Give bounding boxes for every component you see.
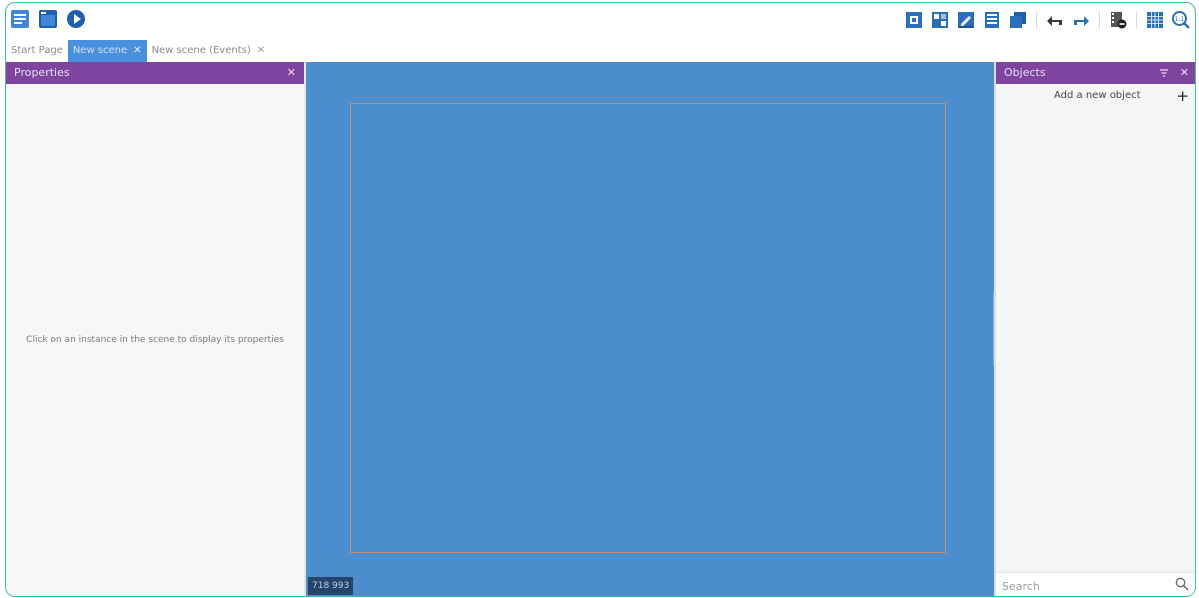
scene-canvas[interactable]: 718 993 [306,62,996,596]
svg-text:1:1: 1:1 [1175,16,1185,23]
project-manager-icon[interactable] [10,9,30,29]
toolbar-separator [1099,11,1100,29]
layers-icon[interactable] [982,10,1002,30]
tab-start-page[interactable]: Start Page [6,40,68,62]
objects-panel: Add a new object + [996,84,1195,572]
undo-icon[interactable] [1045,10,1065,30]
cursor-position-readout: 718 993 [308,577,354,595]
scene-window-frame [350,103,946,553]
toolbar-left-group [10,9,86,29]
objects-panel-header: Objects ✕ [996,62,1195,84]
grid-icon[interactable] [1145,10,1165,30]
objects-panel-title: Objects [1004,66,1046,79]
tab-new-scene[interactable]: New scene ✕ [67,40,147,62]
close-icon[interactable]: ✕ [257,40,265,62]
add-object-button[interactable]: + [1176,87,1189,105]
add-object-label[interactable]: Add a new object [1054,90,1141,101]
search-input[interactable] [1000,576,1164,596]
zoom-reset-icon[interactable]: 1:1 [1171,10,1191,30]
tab-label: New scene [72,45,128,56]
close-icon[interactable]: ✕ [1180,62,1189,84]
toolbar-separator [1136,11,1137,29]
add-object-row[interactable]: Add a new object + [996,87,1195,106]
object-icon[interactable] [904,10,924,30]
app-window: 1:1 Start Page New scene ✕ New scene (Ev… [5,2,1196,597]
toolbar-separator [1036,11,1037,29]
film-delete-icon[interactable] [1108,10,1128,30]
instances-list-icon[interactable] [1008,10,1028,30]
properties-panel-title: Properties [14,66,70,79]
tab-label: Start Page [11,45,63,56]
properties-empty-hint: Click on an instance in the scene to dis… [26,335,284,345]
filter-icon[interactable] [1159,62,1169,84]
properties-edit-icon[interactable] [956,10,976,30]
close-icon[interactable]: ✕ [133,40,141,62]
properties-panel-header: Properties ✕ [6,62,304,84]
search-icon[interactable] [1175,577,1189,594]
toolbar-right-group: 1:1 [904,10,1191,30]
tab-label: New scene (Events) [151,45,251,56]
redo-icon[interactable] [1071,10,1091,30]
close-icon[interactable]: ✕ [287,62,296,84]
object-groups-icon[interactable] [930,10,950,30]
preview-play-icon[interactable] [66,9,86,29]
objects-search-bar [996,572,1195,596]
editor-tabs: Start Page New scene ✕ New scene (Events… [6,40,270,62]
main-toolbar: 1:1 [6,3,1195,39]
tab-new-scene-events[interactable]: New scene (Events) ✕ [147,40,271,62]
scene-window-icon[interactable] [38,9,58,29]
